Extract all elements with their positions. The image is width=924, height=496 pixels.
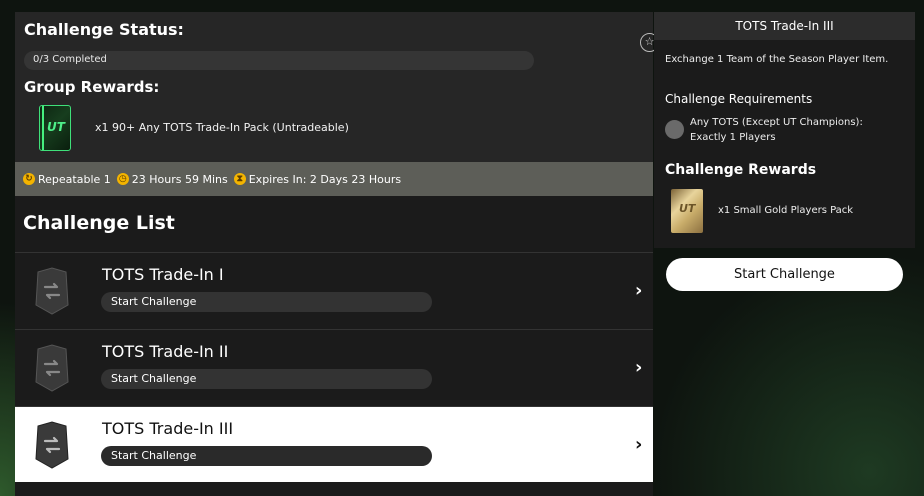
challenge-row-title: TOTS Trade-In I [102, 265, 224, 284]
pack-label: UT [679, 202, 696, 215]
challenge-row-selected[interactable]: TOTS Trade-In III Start Challenge › [15, 406, 653, 482]
challenge-meta-bar: ↻ Repeatable 1 ◷ 23 Hours 59 Mins ⧗ Expi… [15, 162, 653, 196]
chevron-right-icon: › [635, 280, 643, 301]
shield-swap-icon [35, 267, 69, 315]
challenge-row[interactable]: TOTS Trade-In I Start Challenge › [15, 252, 653, 328]
challenge-row-title: TOTS Trade-In III [102, 419, 234, 438]
shield-swap-icon [35, 344, 69, 392]
group-rewards-title: Group Rewards: [24, 78, 160, 96]
progress-text: 0/3 Completed [33, 54, 107, 65]
expires-text: Expires In: 2 Days 23 Hours [248, 172, 402, 186]
challenge-list-title: Challenge List [23, 212, 175, 234]
challenge-row[interactable]: TOTS Trade-In II Start Challenge › [15, 329, 653, 405]
hourglass-icon: ⧗ [233, 173, 246, 185]
requirement-text: Any TOTS (Except UT Champions): Exactly … [690, 117, 863, 143]
progress-bar: 0/3 Completed [24, 51, 534, 70]
detail-description: Exchange 1 Team of the Season Player Ite… [665, 54, 889, 65]
requirement-status-icon [665, 120, 684, 139]
clock-icon: ◷ [116, 173, 129, 185]
repeat-icon: ↻ [23, 173, 35, 185]
time-left-text: 23 Hours 59 Mins [131, 172, 228, 186]
challenge-row-status: Start Challenge [101, 292, 432, 312]
group-reward-item: x1 90+ Any TOTS Trade-In Pack (Untradeab… [95, 121, 349, 134]
shield-swap-icon [35, 421, 69, 469]
chevron-right-icon: › [635, 357, 643, 378]
repeatable-info: ↻ Repeatable 1 [23, 173, 111, 186]
tots-pack-icon: UT [39, 105, 71, 151]
detail-title: TOTS Trade-In III [654, 12, 915, 40]
challenge-row-status: Start Challenge [101, 369, 432, 389]
time-left-info: ◷ 23 Hours 59 Mins [116, 172, 228, 186]
expires-info: ⧗ Expires In: 2 Days 23 Hours [233, 172, 402, 186]
challenge-group-panel: Challenge Status: ☆ 0/3 Completed Group … [15, 12, 659, 496]
requirements-title: Challenge Requirements [665, 92, 813, 106]
pack-label: UT [47, 120, 65, 134]
repeatable-text: Repeatable 1 [38, 172, 111, 186]
rewards-title: Challenge Rewards [665, 162, 817, 178]
gold-pack-icon: UT [671, 189, 703, 233]
challenge-status-title: Challenge Status: [24, 20, 184, 39]
challenge-row-title: TOTS Trade-In II [102, 342, 229, 361]
challenge-detail-panel: TOTS Trade-In III Exchange 1 Team of the… [654, 12, 915, 248]
challenge-row-status: Start Challenge [101, 446, 432, 466]
challenge-status-section: Challenge Status: ☆ 0/3 Completed Group … [15, 12, 659, 162]
reward-item: x1 Small Gold Players Pack [718, 205, 854, 216]
chevron-right-icon: › [635, 434, 643, 455]
start-challenge-button[interactable]: Start Challenge [666, 258, 903, 291]
